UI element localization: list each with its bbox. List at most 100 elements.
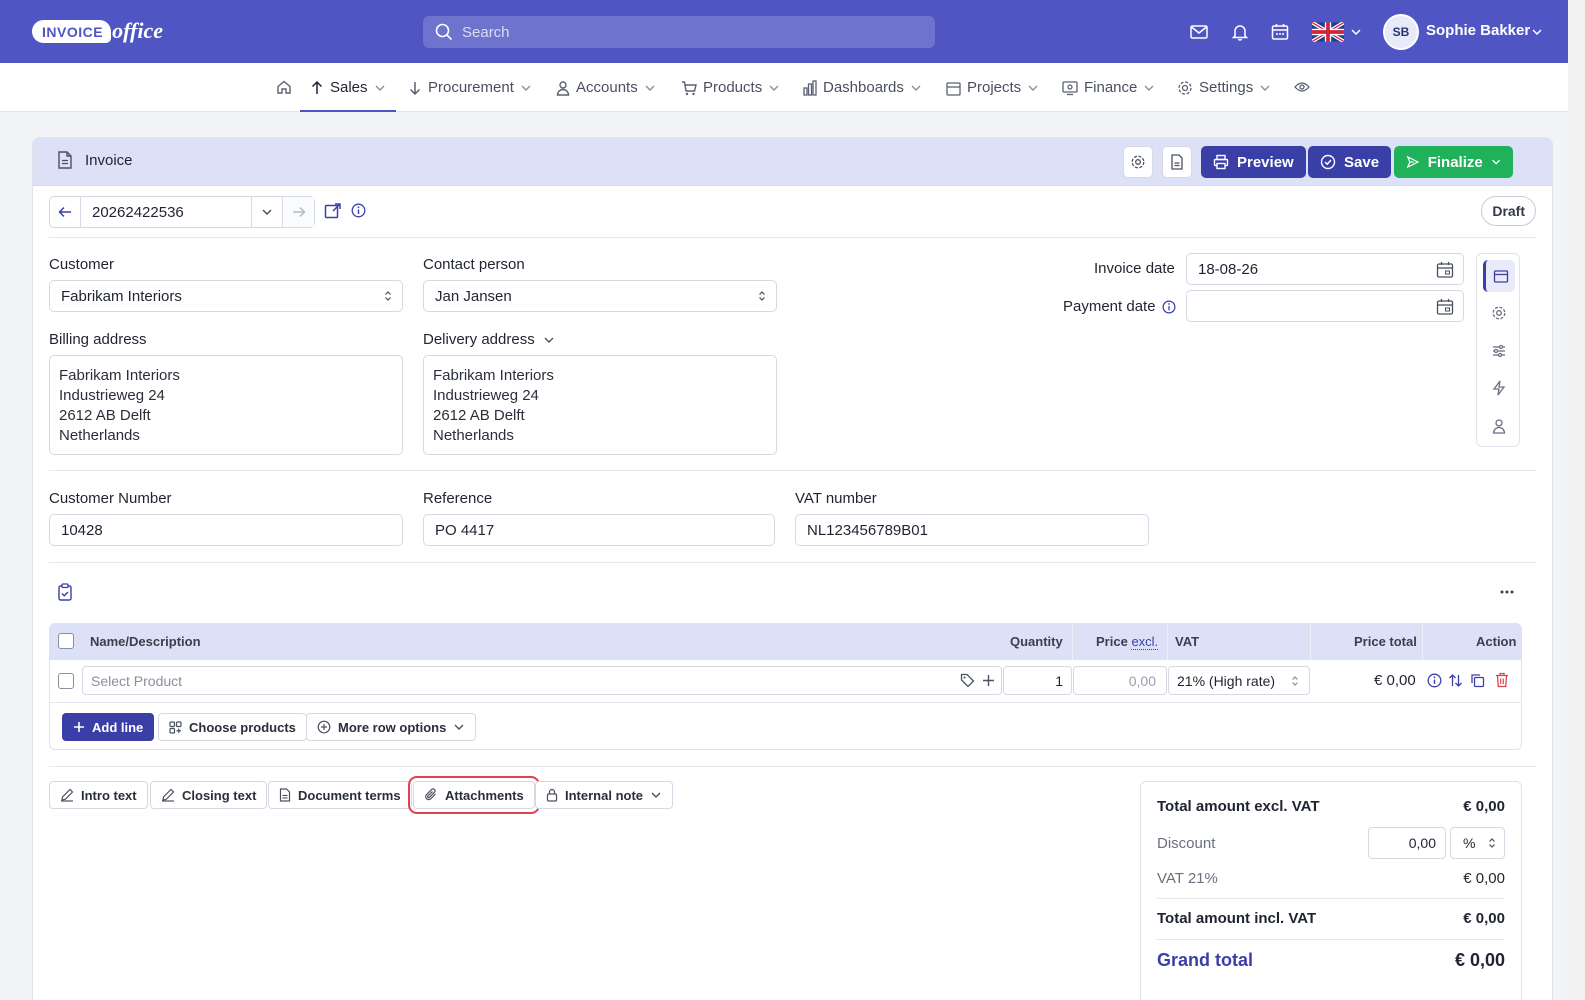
nav-item-label: Settings [1199,79,1254,96]
nav-item-dashboards[interactable]: Dashboards [803,63,922,112]
search-input[interactable]: Search [423,16,935,48]
mail-icon[interactable] [1189,22,1209,42]
language-chevron-down-icon[interactable] [1350,27,1362,37]
folder-calendar-icon [946,81,961,96]
user-icon [556,80,570,96]
nav-item-label: Projects [967,79,1022,96]
vat-total-value: € 0,00 [1463,870,1505,887]
open-external-icon[interactable] [324,202,342,220]
user-menu-chevron-down-icon[interactable] [1531,27,1543,37]
side-tab-contact[interactable] [1483,410,1515,442]
payment-date-field[interactable] [1186,290,1464,322]
info-icon[interactable] [1427,673,1442,688]
chevron-down-icon [544,337,554,343]
next-invoice-button[interactable] [283,197,314,227]
save-button[interactable]: Save [1308,146,1392,178]
calendar-icon[interactable] [1436,298,1454,316]
card-title: Invoice [57,151,133,169]
delivery-address-toggle[interactable]: Delivery address [423,331,555,348]
total-incl-value: € 0,00 [1463,910,1505,927]
closing-text-button[interactable]: Closing text [150,781,268,809]
tag-icon[interactable] [960,673,975,688]
printer-icon [1213,154,1229,170]
internal-note-button[interactable]: Internal note [535,781,674,809]
contact-select[interactable]: Jan Jansen [423,280,777,312]
clipboard-check-icon[interactable] [57,583,74,602]
finalize-button[interactable]: Finalize [1394,146,1513,178]
arrow-right-icon [292,206,306,218]
total-excl-value: € 0,00 [1463,798,1505,815]
document-terms-button[interactable]: Document terms [268,781,412,809]
delivery-address-field[interactable]: Fabrikam Interiors Industrieweg 24 2612 … [423,355,777,455]
quantity-input[interactable]: 1 [1003,666,1072,695]
add-line-button[interactable]: Add line [62,713,155,741]
customer-value: Fabrikam Interiors [61,287,182,305]
reorder-icon[interactable] [1448,673,1463,688]
nav-item-procurement[interactable]: Procurement [408,63,532,112]
uk-flag-icon[interactable] [1312,22,1344,42]
settings-button[interactable] [1123,146,1153,178]
trash-icon[interactable] [1495,672,1509,688]
side-tab-settings[interactable] [1483,297,1515,329]
bell-icon[interactable] [1230,22,1250,42]
delivery-line: Industrieweg 24 [433,387,539,404]
invoice-date-field[interactable]: 18-08-26 [1186,253,1464,285]
pdf-button[interactable] [1162,146,1192,178]
attachments-button[interactable]: Attachments [408,776,540,814]
customer-select[interactable]: Fabrikam Interiors [49,280,403,312]
nav-item-settings[interactable]: Settings [1177,63,1271,112]
nav-item-finance[interactable]: Finance [1062,63,1155,112]
side-tab-filters[interactable] [1483,335,1515,367]
calendar-icon[interactable] [1436,261,1454,279]
vat-select[interactable]: 21% (High rate) [1168,666,1310,695]
plus-icon[interactable] [982,674,995,687]
app-logo[interactable]: INVOICE office [32,14,163,48]
billing-address-field[interactable]: Fabrikam Interiors Industrieweg 24 2612 … [49,355,403,455]
more-options-icon[interactable] [1500,590,1514,594]
nav-item-sales[interactable]: Sales [300,63,396,112]
side-tool-panel [1476,253,1520,447]
reference-value: PO 4417 [435,521,495,539]
choose-products-button[interactable]: Choose products [158,713,307,741]
page-scrollbar[interactable] [1568,0,1585,1000]
invoice-number-dropdown[interactable] [252,197,283,227]
total-excl-vat-row: Total amount excl. VAT € 0,00 [1157,798,1505,815]
user-name[interactable]: Sophie Bakker [1426,22,1530,39]
reference-field[interactable]: PO 4417 [423,514,775,546]
side-tab-automation[interactable] [1483,372,1515,404]
home-icon[interactable] [276,79,292,95]
nav-item-accounts[interactable]: Accounts [556,63,656,112]
discount-unit-select[interactable]: % [1450,827,1505,859]
avatar[interactable]: SB [1383,14,1419,50]
more-row-options-button[interactable]: More row options [306,713,477,741]
discount-input[interactable]: 0,00 [1368,827,1446,859]
preview-button[interactable]: Preview [1201,146,1306,178]
side-tab-calendar[interactable] [1483,260,1515,292]
calendar-icon[interactable] [1270,22,1290,42]
info-icon[interactable] [351,203,366,218]
chevron-down-icon [375,85,385,91]
previous-invoice-button[interactable] [50,197,81,227]
nav-item-products[interactable]: Products [681,63,780,112]
invoice-date-value: 18-08-26 [1198,260,1259,278]
chevron-down-icon [262,209,272,216]
lightning-icon [1492,380,1506,396]
invoice-number[interactable]: 20262422536 [81,197,252,227]
chevron-down-icon [1028,85,1038,91]
preview-label: Preview [1237,153,1294,171]
info-icon[interactable] [1162,300,1176,314]
intro-text-button[interactable]: Intro text [49,781,148,809]
customer-number-field[interactable]: 10428 [49,514,403,546]
price-input[interactable]: 0,00 [1073,666,1167,695]
product-select[interactable]: Select Product [82,666,1002,695]
nav-item-projects[interactable]: Projects [946,63,1039,112]
eye-icon[interactable] [1294,81,1310,93]
vat-number-label: VAT number [795,490,877,507]
row-checkbox[interactable] [58,673,74,689]
price-excl-toggle[interactable]: excl. [1131,634,1159,650]
select-all-checkbox[interactable] [58,633,74,649]
copy-icon[interactable] [1470,673,1485,688]
gear-icon [1131,155,1145,169]
billing-line: Netherlands [59,427,140,444]
vat-number-field[interactable]: NL123456789B01 [795,514,1149,546]
